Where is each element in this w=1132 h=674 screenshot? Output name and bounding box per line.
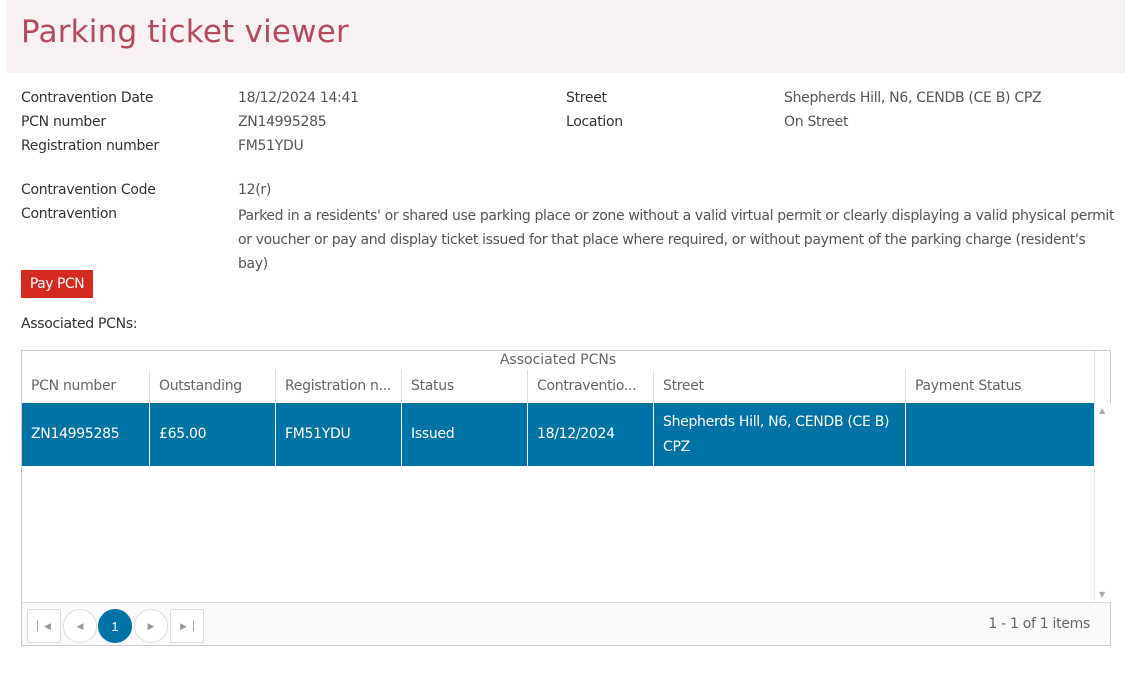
pager-info: 1 - 1 of 1 items [988,616,1090,632]
last-page-button[interactable]: ▶▕ [170,609,204,643]
pcn-number-value: ZN14995285 [238,114,327,130]
column-header-outstanding[interactable]: Outstanding [149,370,275,403]
registration-label: Registration number [21,138,159,154]
scroll-up-arrow-icon[interactable]: ▲ [1099,406,1105,415]
vertical-scrollbar[interactable]: ▲ ▼ [1094,403,1111,602]
page-title: Parking ticket viewer [21,14,349,50]
contravention-code-value: 12(r) [238,182,271,198]
contravention-label: Contravention [21,206,117,222]
arrow-right-icon: ▶ [147,620,155,631]
contravention-code-label: Contravention Code [21,182,156,198]
location-value: On Street [784,114,849,130]
column-header-contravention[interactable]: Contraventio... [527,370,653,403]
contravention-date-label: Contravention Date [21,90,154,106]
column-header-street[interactable]: Street [653,370,905,403]
contravention-date-value: 18/12/2024 14:41 [238,90,359,106]
grid-body: ZN14995285 £65.00 FM51YDU Issued 18/12/2… [22,403,1094,602]
associated-pcns-grid: Associated PCNs PCN number Outstanding R… [21,350,1111,646]
next-page-button[interactable]: ▶ [134,609,168,643]
cell-street: Shepherds Hill, N6, CENDB (CE B) CPZ [653,403,905,466]
street-label: Street [566,90,607,106]
registration-value: FM51YDU [238,138,304,154]
previous-page-button[interactable]: ◀ [63,609,97,643]
associated-pcns-label: Associated PCNs: [21,316,138,332]
seek-last-icon: ▶▕ [180,620,194,631]
pcn-number-label: PCN number [21,114,106,130]
street-value: Shepherds Hill, N6, CENDB (CE B) CPZ [784,90,1042,106]
column-header-registration[interactable]: Registration n... [275,370,401,403]
column-header-pcn-number[interactable]: PCN number [22,370,149,403]
column-header-status[interactable]: Status [401,370,527,403]
table-row[interactable]: ZN14995285 £65.00 FM51YDU Issued 18/12/2… [22,403,1094,466]
grid-pager: ▏◀ ◀ 1 ▶ ▶▕ 1 - 1 of 1 items [22,602,1110,645]
header-scrollbar-cap [1094,351,1111,403]
cell-status: Issued [401,403,527,466]
cell-payment-status [905,403,1094,466]
cell-outstanding: £65.00 [149,403,275,466]
contravention-description: Parked in a residents' or shared use par… [238,208,1115,272]
column-header-payment-status[interactable]: Payment Status [905,370,1094,403]
cell-contravention-date: 18/12/2024 [527,403,653,466]
first-page-button[interactable]: ▏◀ [27,609,61,643]
grid-caption: Associated PCNs [499,352,617,368]
location-label: Location [566,114,623,130]
cell-pcn-number: ZN14995285 [31,426,120,442]
arrow-left-icon: ◀ [76,620,84,631]
page-header: Parking ticket viewer [7,0,1125,73]
seek-first-icon: ▏◀ [37,620,51,631]
pay-pcn-button[interactable]: Pay PCN [21,270,93,298]
scroll-down-arrow-icon[interactable]: ▼ [1099,590,1105,599]
grid-header: PCN number Outstanding Registration n...… [22,370,1094,403]
page-number-button[interactable]: 1 [98,609,132,643]
cell-registration: FM51YDU [275,403,401,466]
